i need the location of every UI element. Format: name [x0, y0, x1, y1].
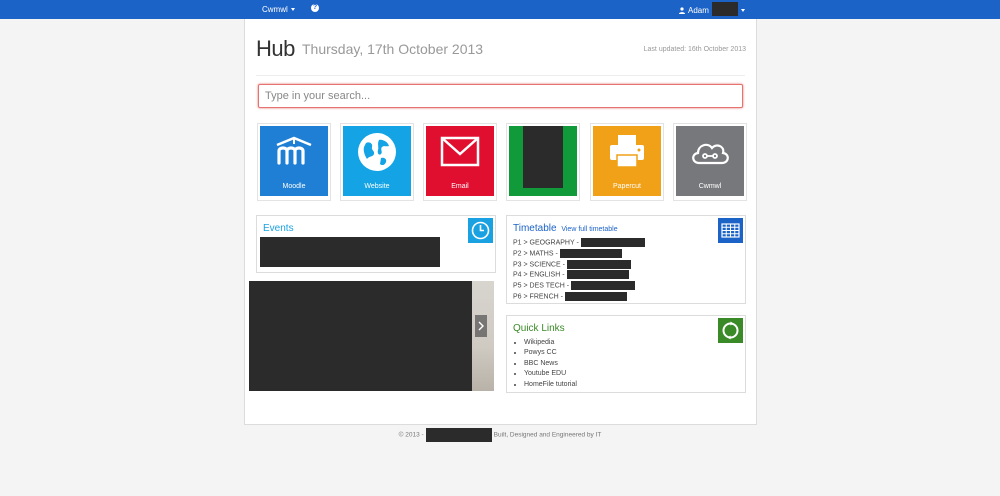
carousel-next-button[interactable]	[475, 315, 487, 337]
redacted-block	[711, 2, 738, 16]
timetable-heading: Timetable	[513, 223, 557, 234]
tile-label: Cwmwl	[698, 183, 722, 190]
redacted-block	[523, 126, 563, 188]
redacted-block	[564, 291, 627, 301]
timetable-row: P4 > ENGLISH -	[513, 270, 645, 281]
grid-icon[interactable]	[718, 218, 743, 243]
tile-website-face: Website	[343, 126, 411, 196]
redacted-block	[571, 281, 636, 290]
timetable-row: P6 > FRENCH -	[513, 291, 645, 303]
timetable-title: Timetable View full timetable	[513, 223, 618, 234]
timetable-period: P6 > FRENCH -	[513, 293, 563, 301]
quick-links-title: Quick Links	[513, 323, 565, 334]
tile-redacted-face	[509, 126, 577, 196]
footer-prefix: © 2013 -	[398, 431, 424, 439]
brand-label: Cwmwl	[262, 5, 288, 14]
redacted-block	[425, 428, 492, 442]
timetable-box: Timetable View full timetable P1 > GEOGR…	[506, 215, 746, 304]
timetable-row: P2 > MATHS -	[513, 248, 645, 260]
search-input[interactable]	[259, 85, 742, 107]
quick-links-list: Wikipedia Powys CC BBC News Youtube EDU …	[524, 338, 577, 390]
list-item: HomeFile tutorial	[524, 380, 577, 390]
envelope-icon	[440, 136, 480, 167]
list-item: Wikipedia	[524, 338, 577, 348]
refresh-icon[interactable]	[718, 318, 743, 343]
tile-label: Email	[451, 183, 469, 190]
redacted-block	[559, 248, 622, 258]
list-item: BBC News	[524, 359, 577, 369]
timetable-row: P1 > GEOGRAPHY -	[513, 238, 645, 249]
printer-icon	[610, 135, 644, 168]
tile-label: Moodle	[282, 183, 306, 190]
chevron-down-icon	[740, 9, 745, 12]
list-item: Youtube EDU	[524, 369, 577, 379]
timetable-period: P4 > ENGLISH -	[513, 271, 565, 279]
quick-link-powys[interactable]: Powys CC	[524, 349, 557, 356]
last-updated: Last updated: 16th October 2013	[643, 46, 746, 53]
timetable-period: P2 > MATHS -	[513, 250, 558, 258]
footer-credit: Built, Designed and Engineered by IT	[493, 431, 602, 439]
tile-papercut[interactable]: Papercut	[590, 123, 664, 201]
user-menu[interactable]: Adam	[679, 2, 745, 16]
tile-website[interactable]: Website	[340, 123, 414, 201]
events-title: Events	[263, 223, 294, 234]
timetable-list: P1 > GEOGRAPHY - P2 > MATHS - P3 > SCIEN…	[513, 238, 645, 303]
globe-icon	[358, 133, 396, 171]
chevron-right-icon	[478, 321, 484, 331]
redacted-block	[260, 237, 440, 267]
page-date: Thursday, 17th October 2013	[302, 41, 484, 57]
top-navbar: Cwmwl ? Adam	[0, 0, 1000, 19]
tile-papercut-face: Papercut	[593, 126, 661, 196]
timetable-period: P5 > DES TECH -	[513, 282, 570, 290]
redacted-block	[566, 259, 631, 269]
user-name: Adam	[688, 6, 709, 15]
events-box: Events	[256, 215, 496, 273]
timetable-row: P3 > SCIENCE -	[513, 259, 645, 271]
timetable-period: P1 > GEOGRAPHY -	[513, 239, 579, 247]
clock-icon[interactable]	[468, 218, 493, 243]
list-item: Powys CC	[524, 348, 577, 358]
image-carousel	[249, 281, 494, 391]
page-title: Hub	[256, 36, 295, 61]
brand-dropdown[interactable]: Cwmwl	[262, 5, 295, 14]
tile-email-face: Email	[426, 126, 494, 196]
cloud-icon	[692, 143, 729, 165]
timetable-period: P3 > SCIENCE -	[513, 260, 565, 268]
view-timetable-link[interactable]: View full timetable	[561, 226, 617, 233]
footer: © 2013 - Built, Designed and Engineered b…	[0, 428, 1000, 442]
question-icon[interactable]: ?	[311, 4, 319, 12]
tile-redacted[interactable]	[506, 123, 580, 201]
search-box	[258, 84, 743, 108]
tile-label: Papercut	[612, 183, 642, 190]
quick-link-youtube[interactable]: Youtube EDU	[524, 370, 566, 377]
divider	[256, 75, 745, 76]
tile-moodle-face: Moodle	[260, 126, 328, 196]
quick-link-wikipedia[interactable]: Wikipedia	[524, 339, 554, 346]
chevron-down-icon	[290, 8, 295, 11]
quick-links-box: Quick Links Wikipedia Powys CC BBC News …	[506, 315, 746, 393]
timetable-row: P5 > DES TECH -	[513, 281, 645, 292]
quick-link-bbc[interactable]: BBC News	[524, 360, 558, 367]
tile-cwmwl-face: Cwmwl	[676, 126, 744, 196]
quick-link-homefile[interactable]: HomeFile tutorial	[524, 381, 577, 388]
tile-cwmwl[interactable]: Cwmwl	[673, 123, 747, 201]
redacted-block	[249, 281, 472, 391]
user-icon	[679, 7, 685, 14]
tile-email[interactable]: Email	[423, 123, 497, 201]
redacted-block	[580, 238, 645, 247]
redacted-block	[566, 270, 629, 280]
tile-moodle[interactable]: Moodle	[257, 123, 331, 201]
tile-label: Website	[364, 183, 390, 190]
moodle-icon	[276, 136, 312, 165]
